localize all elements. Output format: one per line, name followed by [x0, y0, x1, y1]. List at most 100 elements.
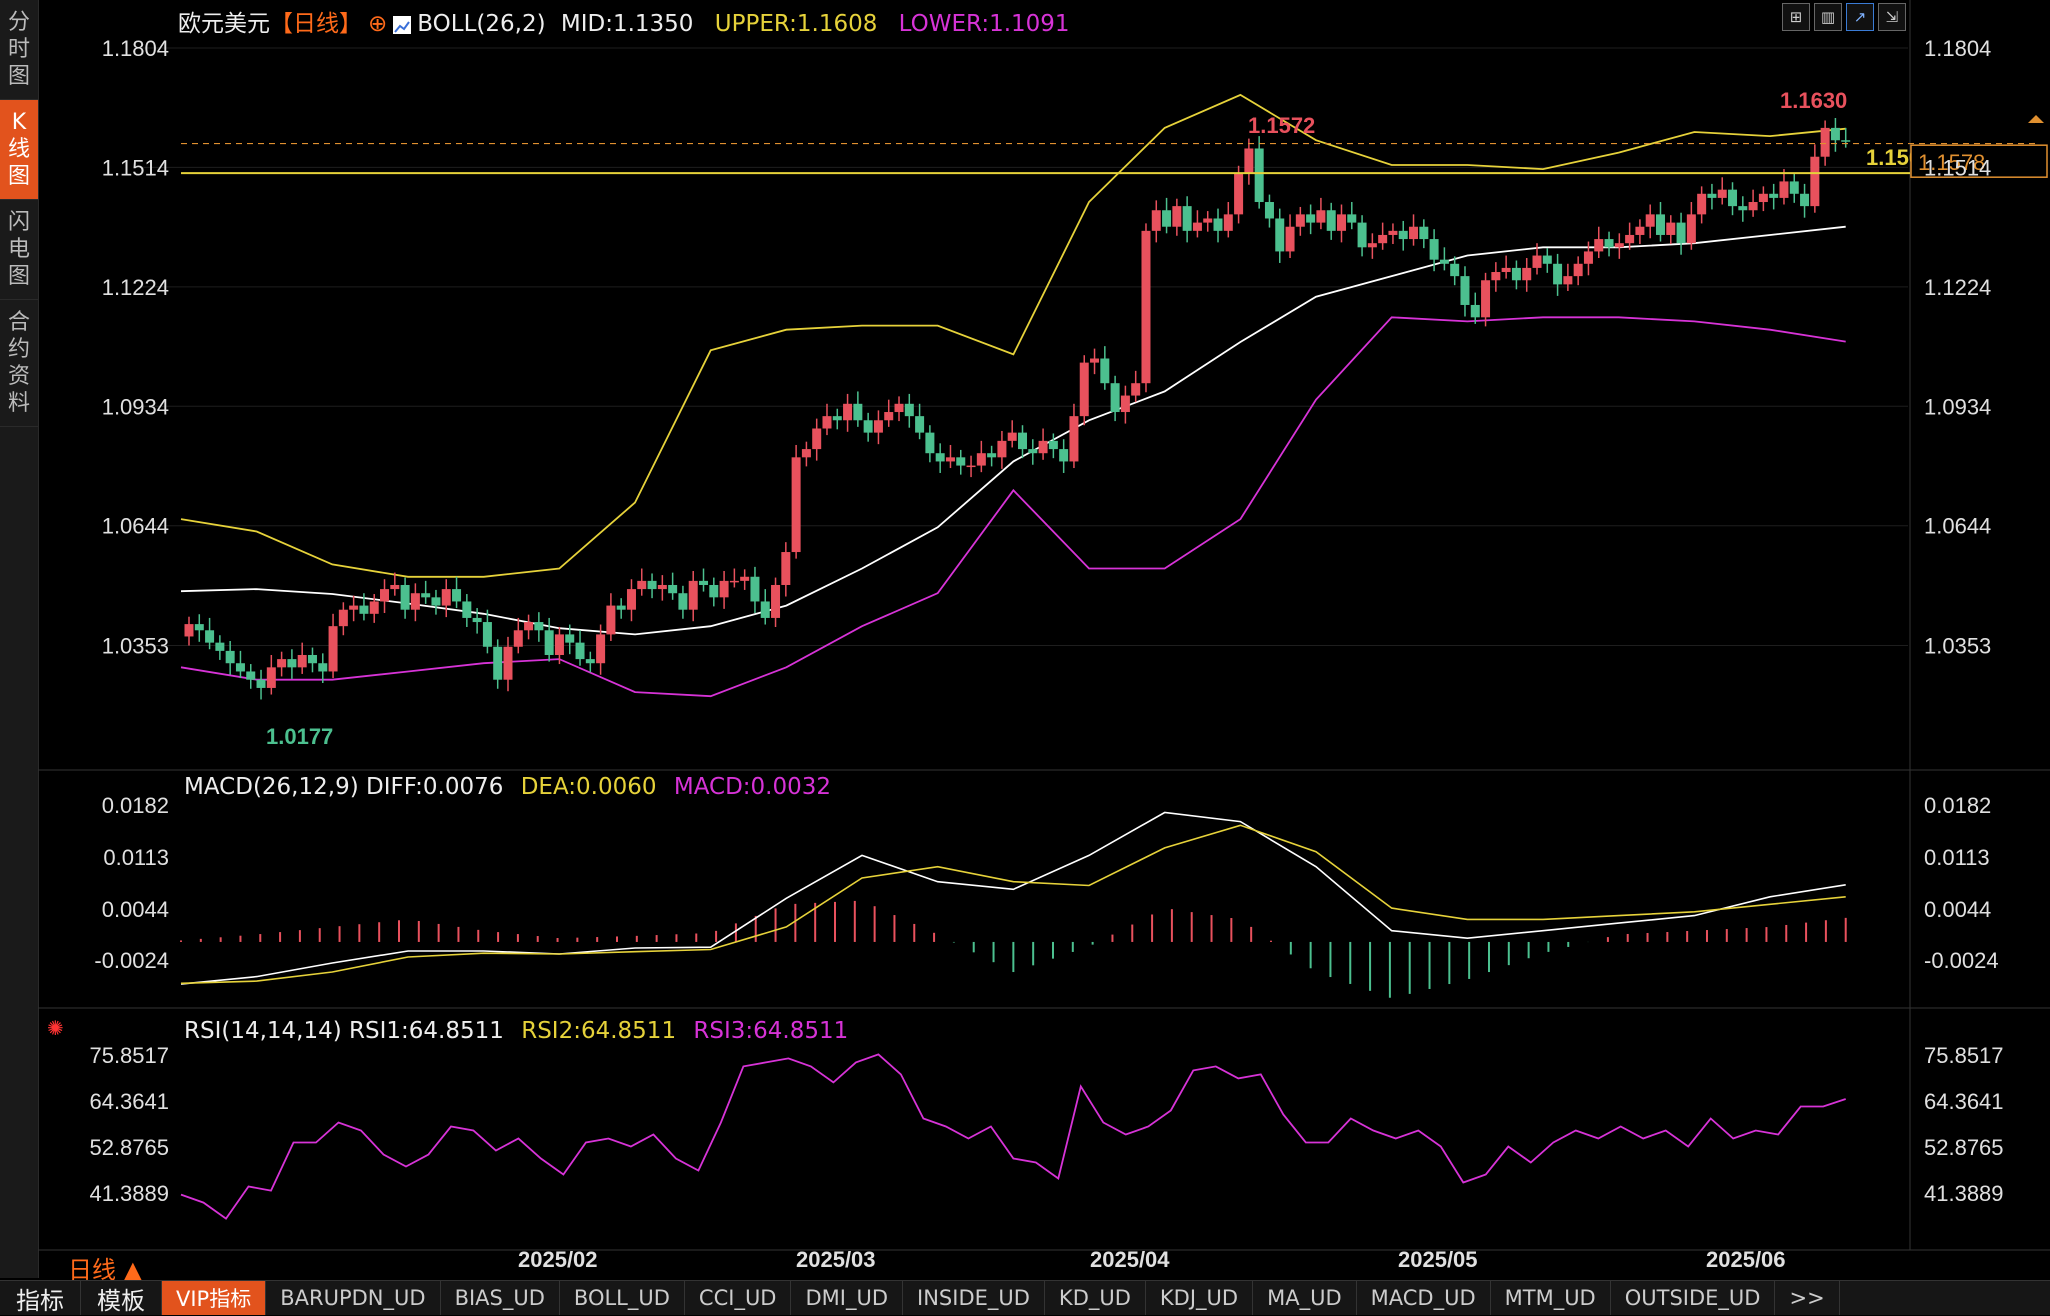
- candle-body: [822, 416, 832, 429]
- rsi-tick-left: 41.3889: [89, 1181, 169, 1206]
- candle-body: [1069, 416, 1079, 462]
- candle-body: [884, 412, 894, 421]
- candle-body: [853, 403, 863, 421]
- indicator-tab[interactable]: KD_UD: [1045, 1281, 1146, 1315]
- candle-body: [1758, 193, 1768, 203]
- candle-body: [1110, 383, 1120, 413]
- sidebar-tab-1[interactable]: K线图: [0, 100, 38, 200]
- indicator-tab[interactable]: DMI_UD: [791, 1281, 904, 1315]
- candle-body: [668, 584, 678, 594]
- indicator-tab[interactable]: OUTSIDE_UD: [1611, 1281, 1776, 1315]
- candle-body: [740, 576, 750, 581]
- candle-body: [1028, 449, 1038, 454]
- sidebar-tab-2[interactable]: 闪电图: [0, 200, 38, 300]
- indicator-tab[interactable]: INSIDE_UD: [903, 1281, 1045, 1315]
- candle-body: [904, 403, 914, 417]
- candle-body: [750, 576, 760, 602]
- bar-chart-icon[interactable]: ▥: [1814, 3, 1842, 31]
- candle-body: [915, 416, 925, 433]
- candle-body: [1553, 263, 1563, 285]
- sidebar-tab-0[interactable]: 分时图: [0, 0, 38, 100]
- candle-body: [1481, 280, 1491, 318]
- line-chart-icon[interactable]: ↗: [1846, 3, 1874, 31]
- candle-body: [1717, 189, 1727, 198]
- candle-body: [729, 580, 739, 583]
- indicator-tab[interactable]: >>: [1775, 1281, 1840, 1315]
- candle-body: [1522, 267, 1532, 281]
- rsi-panel-header: RSI(14,14,14) RSI1:64.8511 RSI2:64.8511 …: [184, 1018, 848, 1044]
- candle-body: [1542, 255, 1552, 264]
- candle-body: [1388, 230, 1398, 235]
- indicator-tab[interactable]: BARUPDN_UD: [266, 1281, 441, 1315]
- candle-body: [1316, 210, 1326, 223]
- candle-body: [1460, 276, 1470, 305]
- low-price-label: 1.0177: [266, 724, 333, 749]
- boll-upper-value: UPPER:1.1608: [714, 11, 878, 37]
- candle-body: [1018, 432, 1027, 450]
- indicator-tab[interactable]: KDJ_UD: [1146, 1281, 1254, 1315]
- grid-icon[interactable]: ⊞: [1782, 3, 1810, 31]
- candle-body: [657, 584, 667, 590]
- settings-icon[interactable]: ✺: [47, 1016, 64, 1040]
- candle-body: [1429, 239, 1439, 260]
- indicator-tab[interactable]: 模板: [81, 1281, 162, 1315]
- candle-body: [359, 605, 369, 614]
- candle-body: [1511, 267, 1521, 281]
- macd-tick-left: 0.0044: [102, 897, 169, 922]
- candle-body: [1182, 206, 1192, 231]
- candle-body: [1409, 226, 1419, 240]
- candle-body: [1120, 395, 1130, 413]
- candle-body: [1686, 214, 1696, 244]
- sidebar-tab-label: 分时图: [7, 10, 30, 89]
- candle-body: [1378, 234, 1388, 244]
- symbol-name: 欧元美元: [178, 11, 270, 37]
- candle-body: [1007, 432, 1017, 441]
- candle-body: [472, 617, 482, 623]
- candle-body: [493, 646, 503, 680]
- indicator-tab[interactable]: MACD_UD: [1357, 1281, 1491, 1315]
- date-label: 2025/05: [1398, 1247, 1478, 1272]
- indicator-tab[interactable]: BIAS_UD: [441, 1281, 560, 1315]
- candle-body: [1614, 243, 1624, 248]
- candle-body: [225, 650, 235, 664]
- candle-body: [1666, 222, 1676, 235]
- indicator-tab[interactable]: BOLL_UD: [560, 1281, 685, 1315]
- indicator-tab[interactable]: CCI_UD: [685, 1281, 792, 1315]
- candle-body: [328, 626, 338, 672]
- candle-body: [1532, 255, 1542, 268]
- sidebar-tab-label: K线图: [7, 110, 30, 189]
- candle-body: [194, 624, 204, 631]
- indicator-tab[interactable]: MA_UD: [1253, 1281, 1357, 1315]
- boll-chart-icon: [393, 15, 412, 34]
- candle-body: [1048, 440, 1058, 450]
- candle-body: [1285, 226, 1295, 252]
- indicator-tab[interactable]: 指标: [0, 1281, 81, 1315]
- candle-body: [1141, 230, 1151, 384]
- candle-body: [1100, 358, 1110, 384]
- candle-body: [277, 659, 287, 668]
- indicator-tab[interactable]: VIP指标: [162, 1281, 267, 1315]
- candle-body: [441, 589, 451, 606]
- candle-body: [410, 593, 420, 610]
- candle-body: [1192, 222, 1202, 231]
- candle-body: [1223, 214, 1233, 231]
- candle-body: [287, 659, 297, 668]
- candle-body: [431, 597, 441, 606]
- boll-lower-value: LOWER:1.1091: [898, 11, 1070, 37]
- candle-body: [945, 457, 955, 462]
- collapse-icon[interactable]: ⇲: [1878, 3, 1906, 31]
- candle-body: [1357, 222, 1367, 248]
- candle-body: [1367, 243, 1377, 248]
- candle-body: [771, 584, 781, 618]
- candle-body: [1789, 181, 1799, 194]
- add-indicator-icon[interactable]: ⊕: [368, 11, 387, 37]
- candle-body: [524, 622, 534, 631]
- candle-body: [1151, 210, 1161, 231]
- candle-body: [678, 593, 688, 610]
- candle-body: [1501, 267, 1511, 273]
- candle-body: [1172, 206, 1182, 227]
- sidebar-tab-3[interactable]: 合约资料: [0, 300, 38, 427]
- price-panel-header: 欧元美元【日线】 ⊕ BOLL(26,2) MID:1.1350 UPPER:1.1…: [178, 4, 1070, 38]
- date-label: 2025/06: [1706, 1247, 1786, 1272]
- indicator-tab[interactable]: MTM_UD: [1491, 1281, 1611, 1315]
